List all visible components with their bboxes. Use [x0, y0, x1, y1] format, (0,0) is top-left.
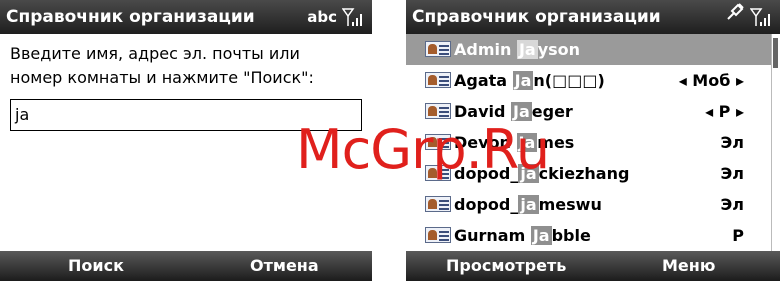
contact-name-prefix: Agata: [454, 71, 513, 90]
contact-card-icon: [425, 227, 451, 243]
match-highlight: Ja: [516, 40, 538, 59]
signal-icon: [750, 7, 772, 27]
contact-method-tag: ◂ Моб ▸: [678, 71, 744, 90]
title-bar: Справочник организации abc: [0, 0, 372, 34]
contact-name-suffix: bble: [551, 226, 591, 245]
scrollbar-thumb[interactable]: [773, 38, 778, 68]
contact-method-tag: Эл: [720, 195, 744, 214]
contact-method-tag: Эл: [720, 133, 744, 152]
search-prompt: Введите имя, адрес эл. почты или номер к…: [10, 44, 314, 87]
contact-name: Admin Ja yson: [454, 34, 580, 65]
status-area: [725, 0, 772, 34]
contact-name: Gurnam Ja bble: [454, 220, 591, 251]
contact-row[interactable]: Agata Ja n(□□□) ◂ Моб ▸: [406, 65, 772, 96]
contact-card-icon: [425, 103, 451, 119]
status-area: abc: [307, 0, 364, 34]
menu-button[interactable]: Меню: [662, 251, 715, 281]
contact-method-tag: ◂ P ▸: [705, 102, 744, 121]
contact-name-suffix: ckiezhang: [538, 164, 630, 183]
soft-key-bar: Поиск Отмена: [0, 251, 372, 281]
contact-name-prefix: Admin: [454, 40, 517, 59]
contact-method-tag: Эл: [720, 164, 744, 183]
connectivity-icon: [725, 0, 745, 34]
page-title: Справочник организации: [6, 7, 255, 27]
input-mode-indicator: abc: [307, 8, 337, 26]
contact-name: Agata Ja n(□□□): [454, 65, 605, 96]
contact-name-suffix: n(□□□): [533, 71, 605, 90]
scrollbar[interactable]: [771, 34, 780, 251]
contact-name-suffix: meswu: [538, 195, 602, 214]
contact-name-prefix: Gurnam: [454, 226, 531, 245]
match-highlight: Ja: [530, 226, 552, 245]
contact-row[interactable]: Gurnam Ja bble P: [406, 220, 772, 251]
match-highlight: ja: [518, 195, 539, 214]
cancel-button[interactable]: Отмена: [250, 251, 319, 281]
watermark-text: McGrp.Ru: [296, 118, 550, 181]
title-bar: Справочник организации: [406, 0, 780, 34]
contact-name-suffix: yson: [537, 40, 581, 59]
contact-name: dopod_ ja meswu: [454, 189, 602, 220]
page-title: Справочник организации: [412, 7, 661, 27]
contact-method-tag: P: [732, 226, 744, 245]
contact-card-icon: [425, 41, 451, 57]
match-highlight: Ja: [512, 71, 534, 90]
view-button[interactable]: Просмотреть: [446, 251, 566, 281]
contact-name-prefix: dopod_: [454, 195, 519, 214]
contact-card-icon: [425, 72, 451, 88]
signal-icon: [342, 7, 364, 27]
soft-key-bar: Просмотреть Меню: [406, 251, 780, 281]
contact-row[interactable]: Admin Ja yson: [406, 34, 772, 65]
contact-row[interactable]: dopod_ ja meswu Эл: [406, 189, 772, 220]
search-button[interactable]: Поиск: [68, 251, 124, 281]
contact-card-icon: [425, 196, 451, 212]
